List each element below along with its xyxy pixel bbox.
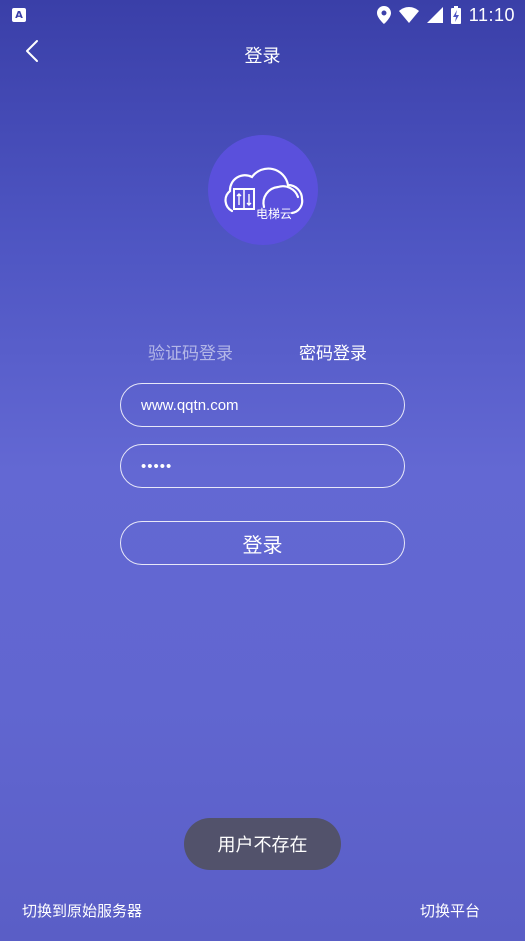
status-left: A xyxy=(12,8,26,22)
battery-charging-icon xyxy=(450,6,461,24)
tab-sms-login[interactable]: 验证码登录 xyxy=(148,339,233,364)
status-bar: A 11:10 xyxy=(0,0,525,30)
app-logo: 电梯云 xyxy=(208,135,318,245)
username-field[interactable] xyxy=(120,383,405,427)
login-button[interactable]: 登录 xyxy=(120,521,405,565)
password-field[interactable] xyxy=(120,444,405,488)
switch-server-link[interactable]: 切换到原始服务器 xyxy=(22,900,142,921)
tab-password-login[interactable]: 密码登录 xyxy=(299,339,367,364)
wifi-icon xyxy=(398,7,419,23)
notification-icon: A xyxy=(12,8,26,22)
signal-icon xyxy=(426,7,443,23)
location-icon xyxy=(376,6,391,24)
status-time: 11:10 xyxy=(468,4,515,25)
login-tabs: 验证码登录 密码登录 xyxy=(0,339,525,365)
logo-text: 电梯云 xyxy=(256,207,293,221)
nav-bar: 登录 xyxy=(0,30,525,76)
page-title: 登录 xyxy=(244,46,281,67)
toast-message: 用户不存在 xyxy=(184,818,341,870)
switch-platform-link[interactable]: 切换平台 xyxy=(420,900,480,921)
status-right: 11:10 xyxy=(376,4,515,26)
